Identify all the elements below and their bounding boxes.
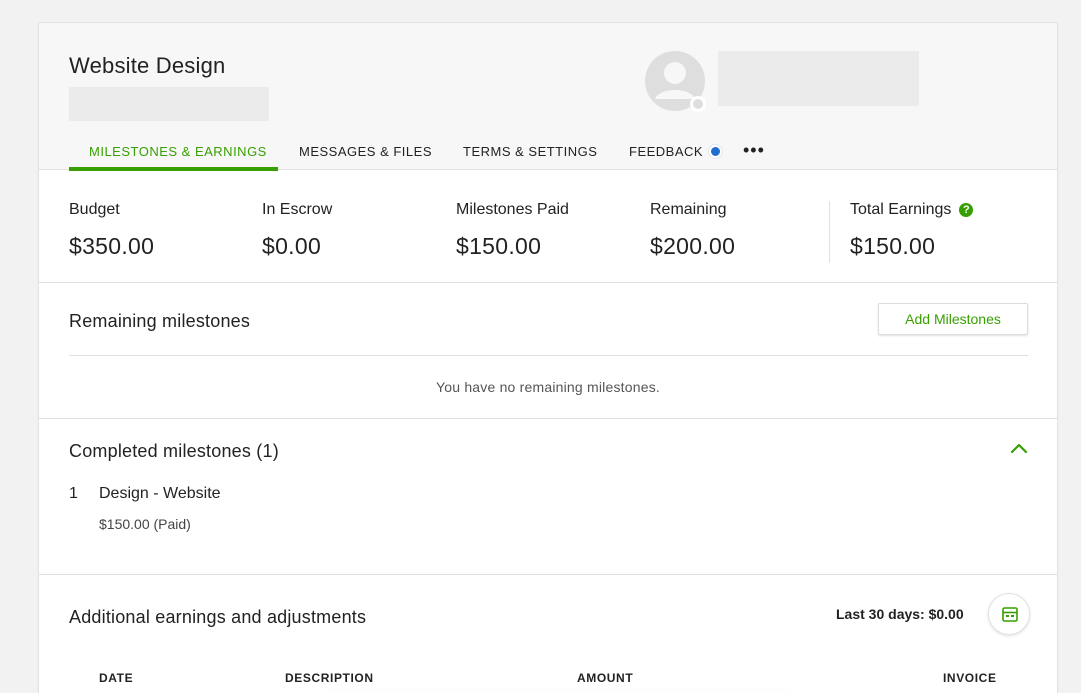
tab-terms-settings[interactable]: TERMS & SETTINGS [442, 131, 608, 170]
tab-label: FEEDBACK [629, 144, 704, 159]
tab-label: TERMS & SETTINGS [463, 144, 598, 159]
milestone-name: Design - Website [99, 485, 221, 502]
empty-milestones-message: You have no remaining milestones. [436, 379, 660, 395]
help-icon[interactable]: ? [959, 203, 974, 217]
section-divider [39, 574, 1057, 575]
add-milestones-button[interactable]: Add Milestones [878, 303, 1028, 335]
milestone-number: 1 [69, 485, 78, 502]
contract-card: Website Design MILESTONES & EARNINGS MES… [38, 22, 1058, 693]
stat-label: Total Earnings? [850, 201, 974, 219]
stat-label-text: Total Earnings [850, 201, 952, 218]
earnings-summary: Budget $350.00 In Escrow $0.00 Milestone… [39, 171, 1057, 283]
page-title: Website Design [69, 53, 226, 78]
chevron-up-icon[interactable] [1009, 440, 1029, 456]
column-header-amount[interactable]: AMOUNT [577, 671, 633, 685]
tab-bar: MILESTONES & EARNINGS MESSAGES & FILES T… [69, 131, 765, 171]
completed-milestones-title: Completed milestones (1) [69, 441, 279, 461]
tab-messages-files[interactable]: MESSAGES & FILES [278, 131, 442, 170]
stat-value: $150.00 [456, 233, 542, 259]
milestone-amount: $150.00 (Paid) [99, 516, 191, 532]
date-range-button[interactable] [988, 593, 1030, 635]
stat-label: Remaining [650, 201, 727, 218]
more-icon[interactable]: ••• [738, 131, 765, 170]
notification-dot-icon [709, 144, 723, 158]
avatar-icon [645, 51, 706, 112]
remaining-milestones-title: Remaining milestones [69, 311, 251, 331]
calendar-icon [1002, 607, 1018, 622]
stat-value: $0.00 [262, 233, 322, 259]
stat-value: $200.00 [650, 233, 736, 259]
stat-label: Budget [69, 201, 120, 218]
stat-value: $350.00 [69, 233, 155, 259]
stat-total-earnings: Total Earnings? $150.00 [850, 201, 974, 260]
tab-label: MESSAGES & FILES [299, 144, 432, 159]
last-30-days-total: Last 30 days: $0.00 [836, 606, 964, 622]
stat-label: Milestones Paid [456, 201, 569, 218]
stat-value: $150.00 [850, 233, 936, 259]
column-header-date[interactable]: DATE [99, 671, 133, 685]
scroll-fade [329, 687, 789, 693]
contract-header: Website Design MILESTONES & EARNINGS MES… [39, 23, 1057, 171]
tab-label: MILESTONES & EARNINGS [89, 144, 267, 159]
tab-feedback[interactable]: FEEDBACK [608, 131, 738, 170]
stat-escrow: In Escrow $0.00 [262, 201, 332, 260]
redacted-subtitle [69, 87, 269, 121]
tab-milestones-earnings[interactable]: MILESTONES & EARNINGS [69, 131, 278, 171]
stat-milestones-paid: Milestones Paid $150.00 [456, 201, 569, 260]
divider [69, 355, 1028, 356]
avatar[interactable] [645, 51, 707, 113]
section-divider [39, 418, 1057, 419]
additional-earnings-title: Additional earnings and adjustments [69, 607, 367, 627]
stat-label: In Escrow [262, 201, 333, 218]
stat-remaining: Remaining $200.00 [650, 201, 735, 260]
redacted-client-name [718, 51, 919, 106]
stat-budget: Budget $350.00 [69, 201, 154, 260]
stat-divider [829, 201, 830, 263]
column-header-invoice[interactable]: INVOICE [943, 671, 997, 685]
column-header-description[interactable]: DESCRIPTION [285, 671, 374, 685]
